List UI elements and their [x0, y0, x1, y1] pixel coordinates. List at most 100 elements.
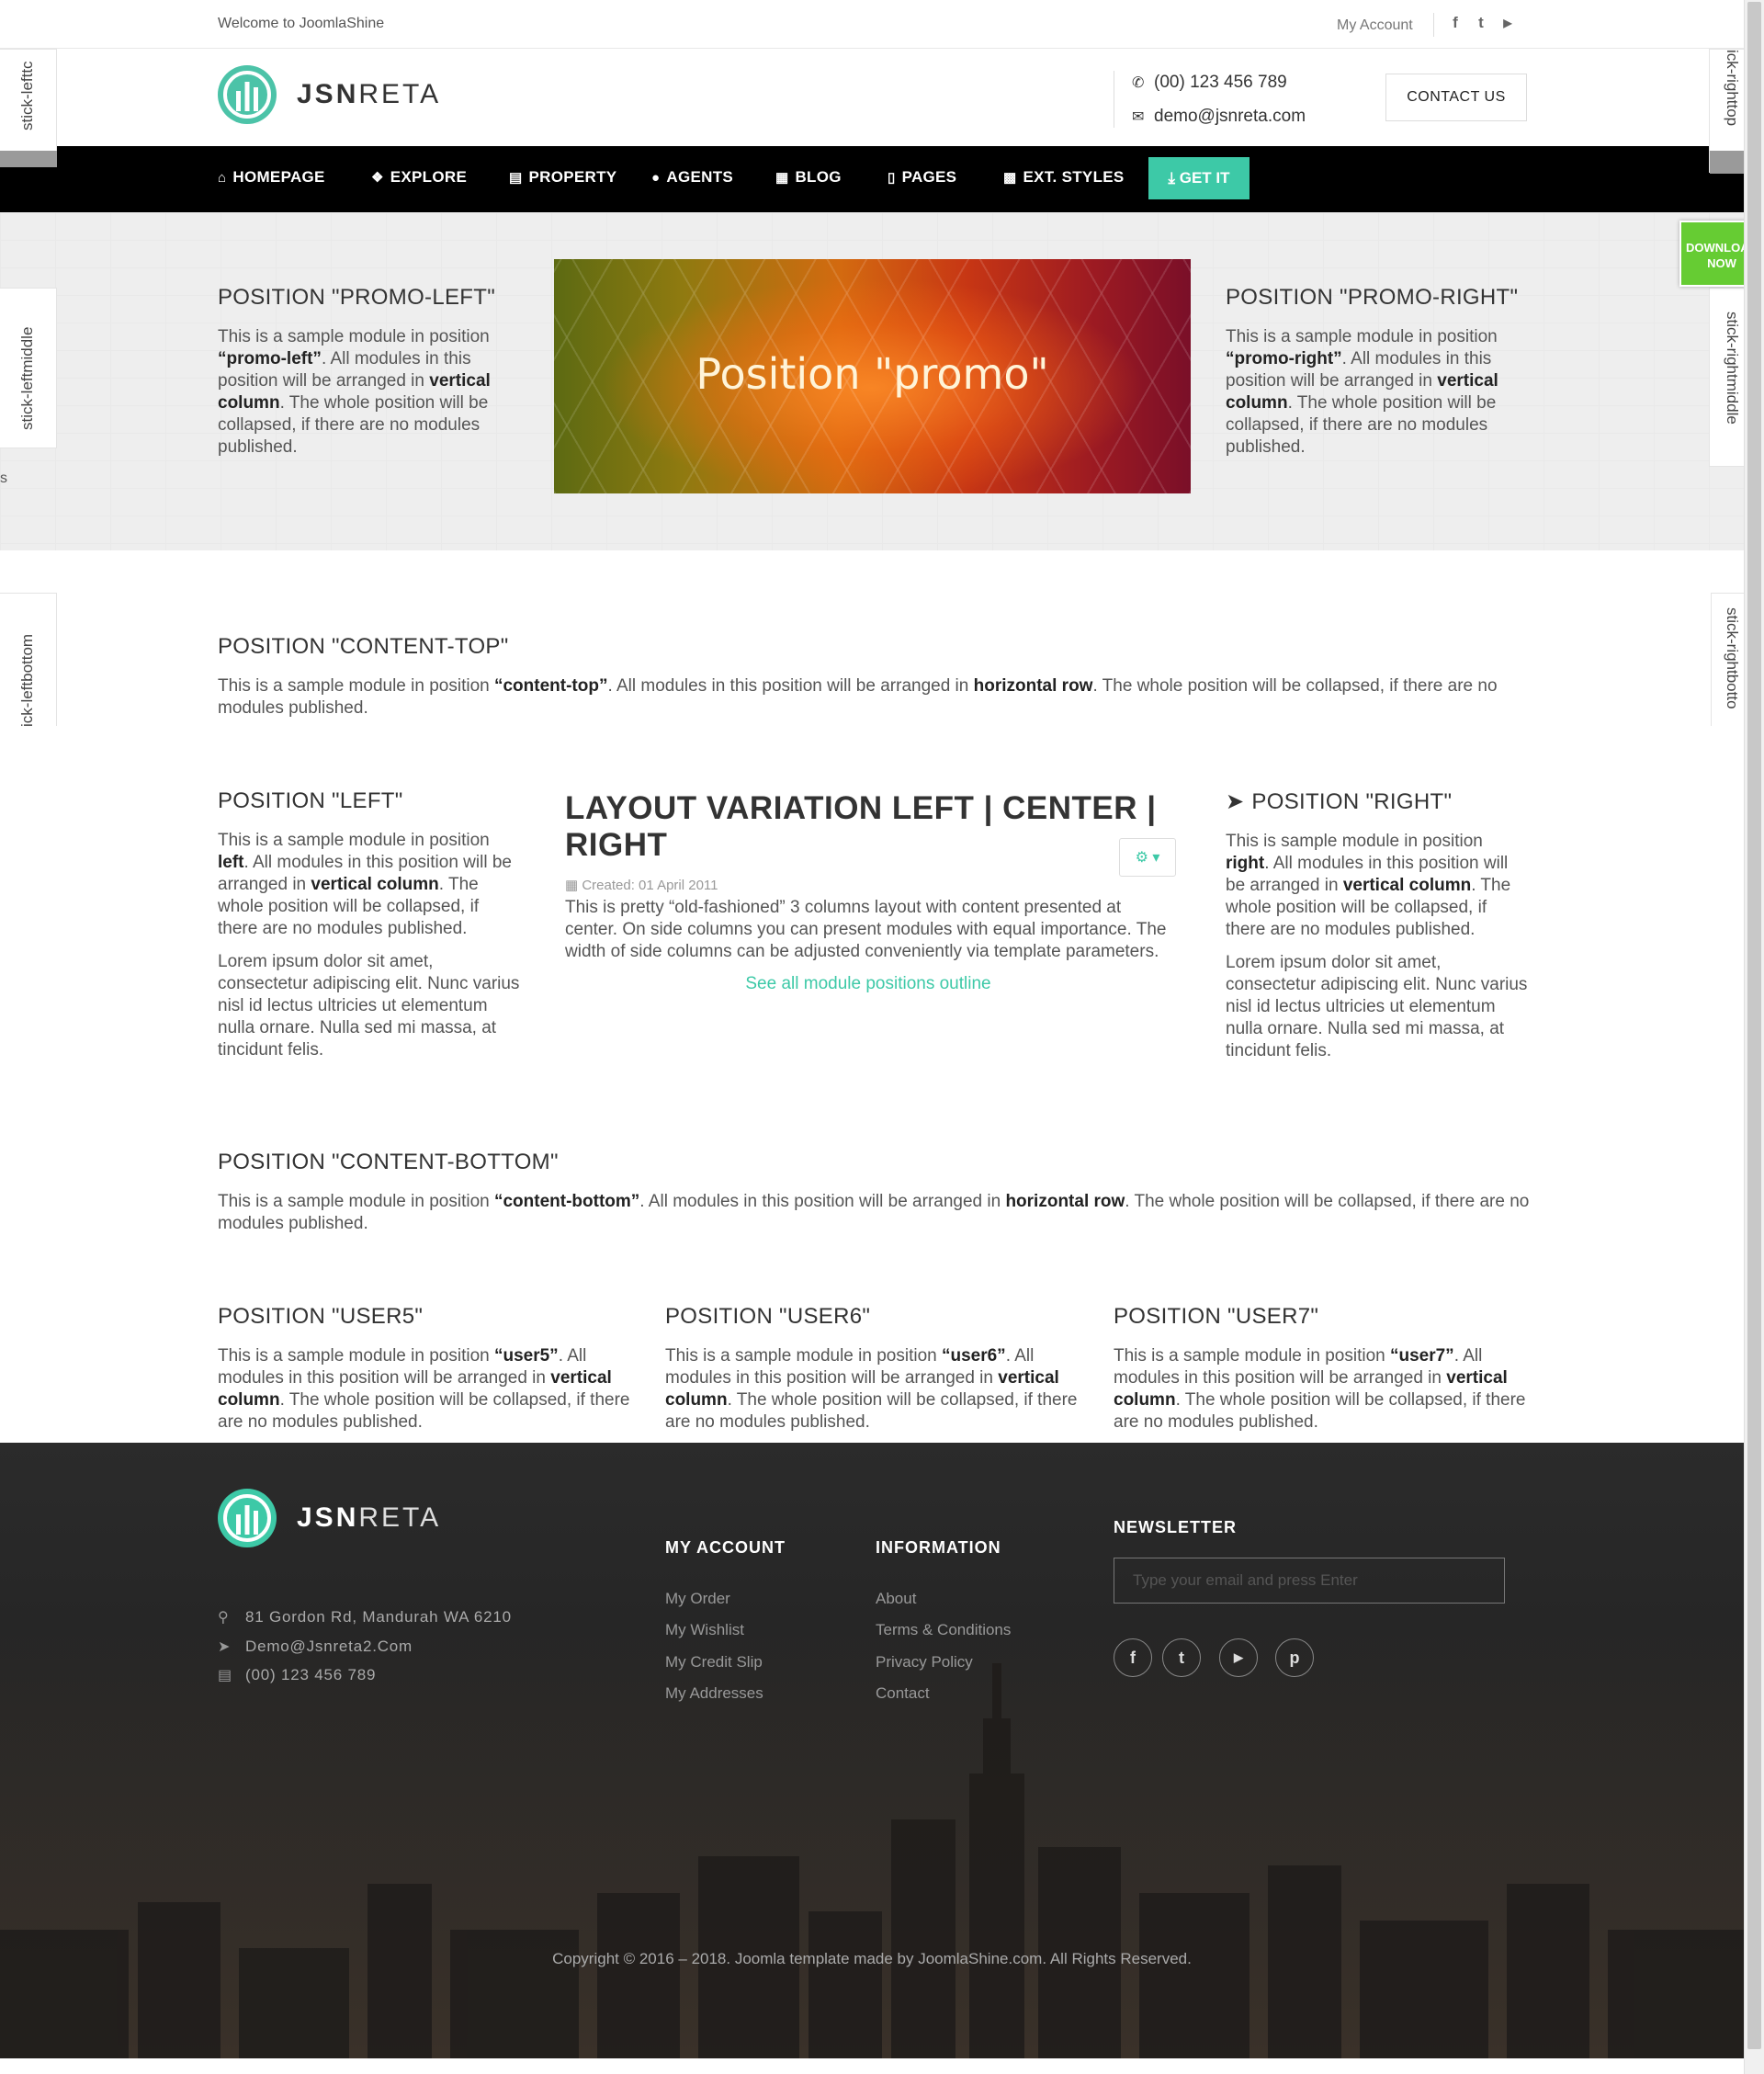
logo-mark-icon	[218, 1489, 277, 1547]
cubes-icon: ❖	[371, 170, 384, 186]
module-title: POSITION "USER7"	[1114, 1304, 1319, 1329]
twitter-icon[interactable]: t	[1473, 14, 1489, 32]
building-icon: ▤	[218, 1668, 232, 1683]
footer-logo[interactable]: JSNRETA	[218, 1489, 441, 1547]
module-title: POSITION "CONTENT-BOTTOM"	[218, 1150, 559, 1174]
header-email[interactable]: ✉ demo@jsnreta.com	[1132, 107, 1306, 127]
module-title: POSITION "LEFT"	[218, 788, 403, 813]
left-module: POSITION "LEFT" This is a sample module …	[218, 788, 521, 1061]
stick-rightmiddle-tab[interactable]: stick-rightmiddle	[1709, 288, 1746, 467]
contact-us-button[interactable]: CONTACT US	[1385, 74, 1527, 121]
module-title: POSITION "USER5"	[218, 1304, 424, 1329]
module-title: POSITION "PROMO-LEFT"	[218, 285, 496, 310]
user-icon: ●	[651, 169, 661, 186]
user5-module: POSITION "USER5" This is a sample module…	[218, 1304, 631, 1434]
nav-item-property[interactable]: ▤ PROPERTY	[509, 168, 616, 187]
promo-banner-text: Position "promo"	[695, 349, 1049, 399]
header-phone: ✆ (00) 123 456 789	[1132, 73, 1287, 92]
module-body: This is a sample module in position “con…	[218, 1192, 1530, 1233]
logo-text: JSNRETA	[297, 1502, 442, 1533]
newsletter-heading: NEWSLETTER	[1114, 1518, 1237, 1536]
main-nav: ⌂ HOMEPAGE ❖ EXPLORE ▤ PROPERTY ● AGENTS ▦ BL…	[0, 146, 1744, 212]
right-module: ➤ POSITION "RIGHT" This is sample module …	[1226, 788, 1529, 1062]
promo-right-module: POSITION "PROMO-RIGHT" This is a sample …	[1226, 285, 1520, 459]
stick-leftmiddle-tab[interactable]: stick-leftmiddle	[0, 288, 57, 448]
module-title: POSITION "USER6"	[665, 1304, 871, 1329]
youtube-icon[interactable]: ▶	[1219, 1638, 1258, 1677]
paper-plane-icon: ➤	[1226, 789, 1245, 814]
content-top-module: POSITION "CONTENT-TOP" This is a sample …	[218, 634, 1532, 720]
nav-item-homepage[interactable]: ⌂ HOMEPAGE	[218, 168, 325, 187]
article-tools-button[interactable]: ⚙ ▾	[1119, 838, 1176, 877]
footer-phone: ▤ (00) 123 456 789	[218, 1666, 377, 1683]
newsletter-email-input[interactable]	[1114, 1558, 1505, 1604]
module-body: This is a sample module in position “use…	[218, 1346, 630, 1432]
module-title: POSITION "PROMO-RIGHT"	[1226, 285, 1519, 310]
scrollbar-thumb[interactable]	[1747, 2, 1761, 2049]
article-body: This is pretty “old-fashioned” 3 columns…	[565, 898, 1167, 961]
footer-link-my-addresses[interactable]: My Addresses	[665, 1684, 763, 1703]
stick-leftbottom-tab[interactable]: ick-leftbottom	[0, 593, 57, 727]
module-body: This is a sample module in position “pro…	[218, 327, 491, 457]
footer-email[interactable]: ➤ Demo@Jsnreta2.Com	[218, 1638, 413, 1656]
article-created: ▦ Created: 01 April 2011	[565, 878, 718, 893]
my-account-heading: MY ACCOUNT	[665, 1538, 786, 1557]
nav-item-ext-styles[interactable]: ▩ EXT. STYLES	[1003, 168, 1125, 187]
module-title: ➤ POSITION "RIGHT"	[1226, 789, 1453, 814]
building-icon: ▤	[509, 170, 523, 186]
nav-item-pages[interactable]: ▯ PAGES	[888, 168, 956, 187]
module-body: This is a sample module in position “use…	[1114, 1346, 1526, 1432]
envelope-icon: ✉	[1132, 109, 1145, 125]
footer-link-about[interactable]: About	[876, 1590, 916, 1608]
nav-item-blog[interactable]: ▦ BLOG	[775, 168, 842, 187]
nav-item-agents[interactable]: ● AGENTS	[651, 168, 733, 187]
download-icon: ⤓	[1168, 169, 1180, 187]
stick-righttop-tab[interactable]: ick-righttop	[1709, 49, 1747, 174]
footer-link-privacy[interactable]: Privacy Policy	[876, 1653, 973, 1672]
footer-link-my-credit-slip[interactable]: My Credit Slip	[665, 1653, 763, 1672]
get-it-button[interactable]: ⤓ GET IT	[1148, 157, 1250, 199]
promo-left-module: POSITION "PROMO-LEFT" This is a sample m…	[218, 285, 512, 459]
stick-rightbottom-tab[interactable]: stick-rightbotto	[1711, 593, 1746, 726]
module-body: This is a sample module in position left…	[218, 831, 520, 1060]
module-body: This is a sample module in position “pro…	[1226, 327, 1498, 457]
home-icon: ⌂	[218, 169, 227, 186]
map-marker-icon: ⚲	[218, 1610, 230, 1626]
footer-link-terms[interactable]: Terms & Conditions	[876, 1621, 1011, 1639]
information-heading: INFORMATION	[876, 1538, 1001, 1557]
module-positions-link[interactable]: See all module positions outline	[565, 974, 1171, 994]
twitter-icon[interactable]: t	[1162, 1638, 1201, 1677]
divider	[1433, 13, 1434, 37]
copyright-text: Copyright © 2016 – 2018. Joomla template…	[552, 1950, 1192, 1967]
stick-lefttop-tab[interactable]: stick-lefttc	[0, 49, 57, 167]
stray-label: s	[0, 470, 7, 486]
site-header: JSNRETA ✆ (00) 123 456 789 ✉ demo@jsnreta.…	[0, 49, 1744, 146]
youtube-icon[interactable]: ▶	[1499, 17, 1516, 35]
file-icon: ▯	[888, 170, 896, 186]
grid-icon: ▩	[1003, 170, 1017, 186]
footer-link-my-wishlist[interactable]: My Wishlist	[665, 1621, 744, 1639]
footer-link-contact[interactable]: Contact	[876, 1684, 930, 1703]
promo-banner-image: Position "promo"	[554, 259, 1191, 493]
site-footer: JSNRETA ⚲ 81 Gordon Rd, Mandurah WA 6210 …	[0, 1443, 1744, 2058]
user7-module: POSITION "USER7" This is a sample module…	[1114, 1304, 1527, 1434]
caret-down-icon: ▾	[1152, 850, 1160, 866]
welcome-text: Welcome to JoomlaShine	[218, 16, 385, 31]
footer-address: ⚲ 81 Gordon Rd, Mandurah WA 6210	[218, 1608, 512, 1626]
main-article: LAYOUT VARIATION LEFT | CENTER | RIGHT ▦…	[565, 790, 1176, 994]
gear-icon: ⚙	[1135, 850, 1148, 866]
facebook-icon[interactable]: f	[1114, 1638, 1152, 1677]
footer-link-my-order[interactable]: My Order	[665, 1590, 730, 1608]
article-title: LAYOUT VARIATION LEFT | CENTER | RIGHT	[565, 790, 1157, 863]
paper-plane-icon: ➤	[218, 1639, 232, 1655]
pinterest-icon[interactable]: p	[1275, 1638, 1314, 1677]
page-scrollbar[interactable]	[1744, 0, 1764, 2074]
module-title: POSITION "CONTENT-TOP"	[218, 634, 509, 659]
module-body: This is a sample module in position “con…	[218, 676, 1498, 718]
facebook-icon[interactable]: f	[1447, 14, 1464, 32]
logo-text: JSNRETA	[297, 79, 442, 109]
calendar-icon: ▦	[565, 878, 582, 893]
my-account-link[interactable]: My Account	[1337, 17, 1413, 34]
nav-item-explore[interactable]: ❖ EXPLORE	[371, 168, 467, 187]
site-logo[interactable]: JSNRETA	[218, 65, 441, 124]
